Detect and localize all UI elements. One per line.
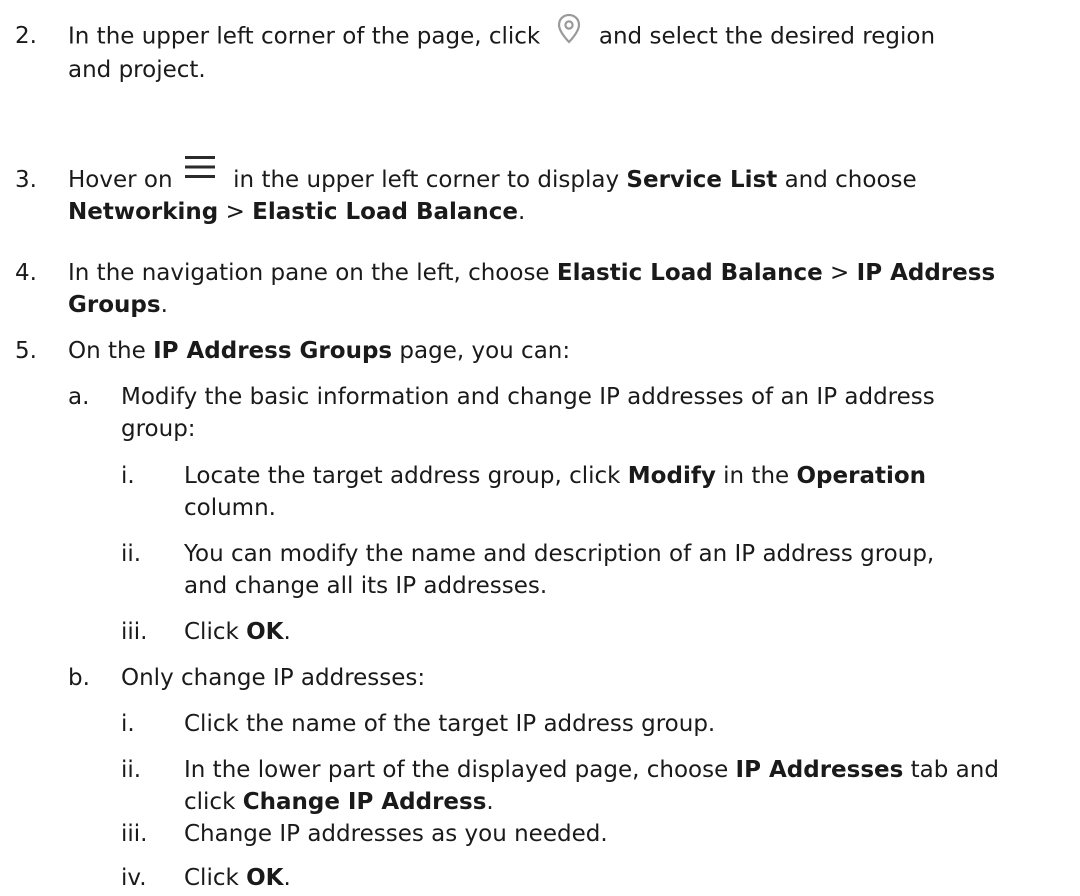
step-text-part: in the upper left corner to display [225,167,627,193]
hamburger-menu-icon [184,154,216,180]
ui-term-ok: OK [246,619,284,645]
substep-roman: i. [121,711,135,737]
substep-text-part: group: [121,416,196,442]
step-text-part: page, you can: [392,338,571,364]
ui-term-groups: Groups [68,292,161,318]
substep-roman: iii. [121,619,148,645]
substep-text: You can modify the name and description … [184,538,1064,602]
substep-text-part: Click the name of the target IP address … [184,711,716,737]
substep-text-part: . [486,789,494,815]
step-number: 5. [15,338,37,364]
step-text-part: . [160,292,168,318]
step-text: In the navigation pane on the left, choo… [68,257,1068,321]
step-text: On the IP Address Groups page, you can: [68,335,1068,367]
substep-text-part: and change all its IP addresses. [184,573,548,599]
substep-text-part: column. [184,495,276,521]
substep-text: Modify the basic information and change … [121,381,1061,445]
substep-text-part: You can modify the name and description … [184,541,935,567]
ui-term-networking: Networking [68,199,219,225]
substep-text-part: . [283,865,291,891]
substep-text-part: . [283,619,291,645]
step-text-part: Hover on [68,167,180,193]
substep-text-part: click [184,789,243,815]
step-text-part: On the [68,338,154,364]
step-number: 3. [15,167,37,193]
step-text: In the upper left corner of the page, cl… [68,13,1068,86]
substep-text-part: Click [184,865,247,891]
ui-term-modify: Modify [627,463,716,489]
substep-letter: a. [68,384,90,410]
path-separator: > [822,260,857,286]
step-text-part: In the navigation pane on the left, choo… [68,260,557,286]
substep-text: Click the name of the target IP address … [184,708,1064,740]
ui-term-change-ip-address: Change IP Address [242,789,487,815]
substep-text: Locate the target address group, click M… [184,460,1064,524]
ui-term-ip-address: IP Address [856,260,996,286]
substep-roman: iv. [121,865,147,891]
ui-term-elastic-load-balance: Elastic Load Balance [252,199,519,225]
substep-text: Click OK. [184,862,1064,894]
substep-roman: iii. [121,821,148,847]
substep-text-part: In the lower part of the displayed page,… [184,757,736,783]
step-text: Hover on in the upper left corner to dis… [68,155,1068,228]
step-text-part: and project. [68,57,206,83]
ui-term-ok: OK [246,865,284,891]
step-text-part: In the upper left corner of the page, cl… [68,23,548,50]
substep-roman: i. [121,463,135,489]
step-text-part: and choose [777,167,917,193]
substep-text: Only change IP addresses: [121,662,1061,694]
location-pin-icon [554,12,584,46]
ui-term-ip-addresses: IP Addresses [735,757,904,783]
ui-term-service-list: Service List [626,167,778,193]
path-separator: > [218,199,253,225]
step-number: 4. [15,260,37,286]
substep-text-part: Click [184,619,247,645]
substep-text-part: tab and [903,757,999,783]
substep-roman: ii. [121,757,142,783]
substep-text-part: Locate the target address group, click [184,463,628,489]
substep-text: Click OK. [184,616,1064,648]
ui-term-elastic-load-balance: Elastic Load Balance [556,260,823,286]
step-text-part: and select the desired region [591,23,936,50]
ui-term-operation: Operation [796,463,927,489]
substep-text-part: Modify the basic information and change … [121,384,935,410]
substep-text: In the lower part of the displayed page,… [184,754,1064,818]
substep-text-part: Change IP addresses as you needed. [184,821,608,847]
substep-text-part: Only change IP addresses: [121,665,426,691]
step-text-part: . [518,199,526,225]
substep-letter: b. [68,665,90,691]
substep-roman: ii. [121,541,142,567]
substep-text: Change IP addresses as you needed. [184,818,1064,850]
ui-term-ip-address-groups: IP Address Groups [153,338,393,364]
substep-text-part: in the [715,463,797,489]
document-page: 2. In the upper left corner of the page,… [0,0,1080,896]
step-number: 2. [15,23,37,49]
